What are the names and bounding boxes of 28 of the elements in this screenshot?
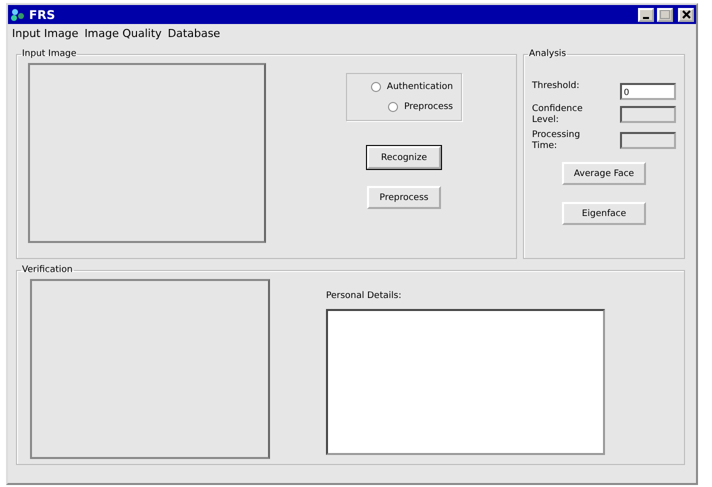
menu-item[interactable]: Input Image [12,27,78,40]
field-label: Personal Details: [326,291,402,301]
action-button[interactable]: Preprocess [367,186,441,209]
window-title: FRS [29,8,56,22]
group-title: Input Image [21,49,78,59]
group-title: Analysis [528,49,568,59]
close-button[interactable] [678,8,694,22]
close-icon [682,10,690,19]
action-button[interactable]: Eigenface [562,202,646,225]
maximize-icon [660,10,670,19]
maximize-button[interactable] [657,8,673,22]
action-button[interactable]: Recognize [367,146,441,169]
input-field[interactable]: 0 [620,83,676,100]
minimize-icon [643,16,649,18]
menu-item[interactable]: Image Quality [84,27,162,40]
app-logo-icon [10,8,26,22]
field-label: Threshold: [532,81,580,92]
group-title: Verification [21,265,74,275]
radio-option[interactable]: Authentication [355,82,453,92]
details-text-area[interactable] [326,309,605,455]
field-label: Confidence Level: [532,104,584,126]
action-button[interactable]: Average Face [562,162,646,185]
radio-icon [370,82,381,92]
radio-option[interactable]: Preprocess [355,102,453,112]
radio-icon [388,102,398,112]
minimize-button[interactable] [638,8,654,22]
field-label: Processing Time: [532,130,582,152]
menu-item[interactable]: Database [168,27,220,40]
